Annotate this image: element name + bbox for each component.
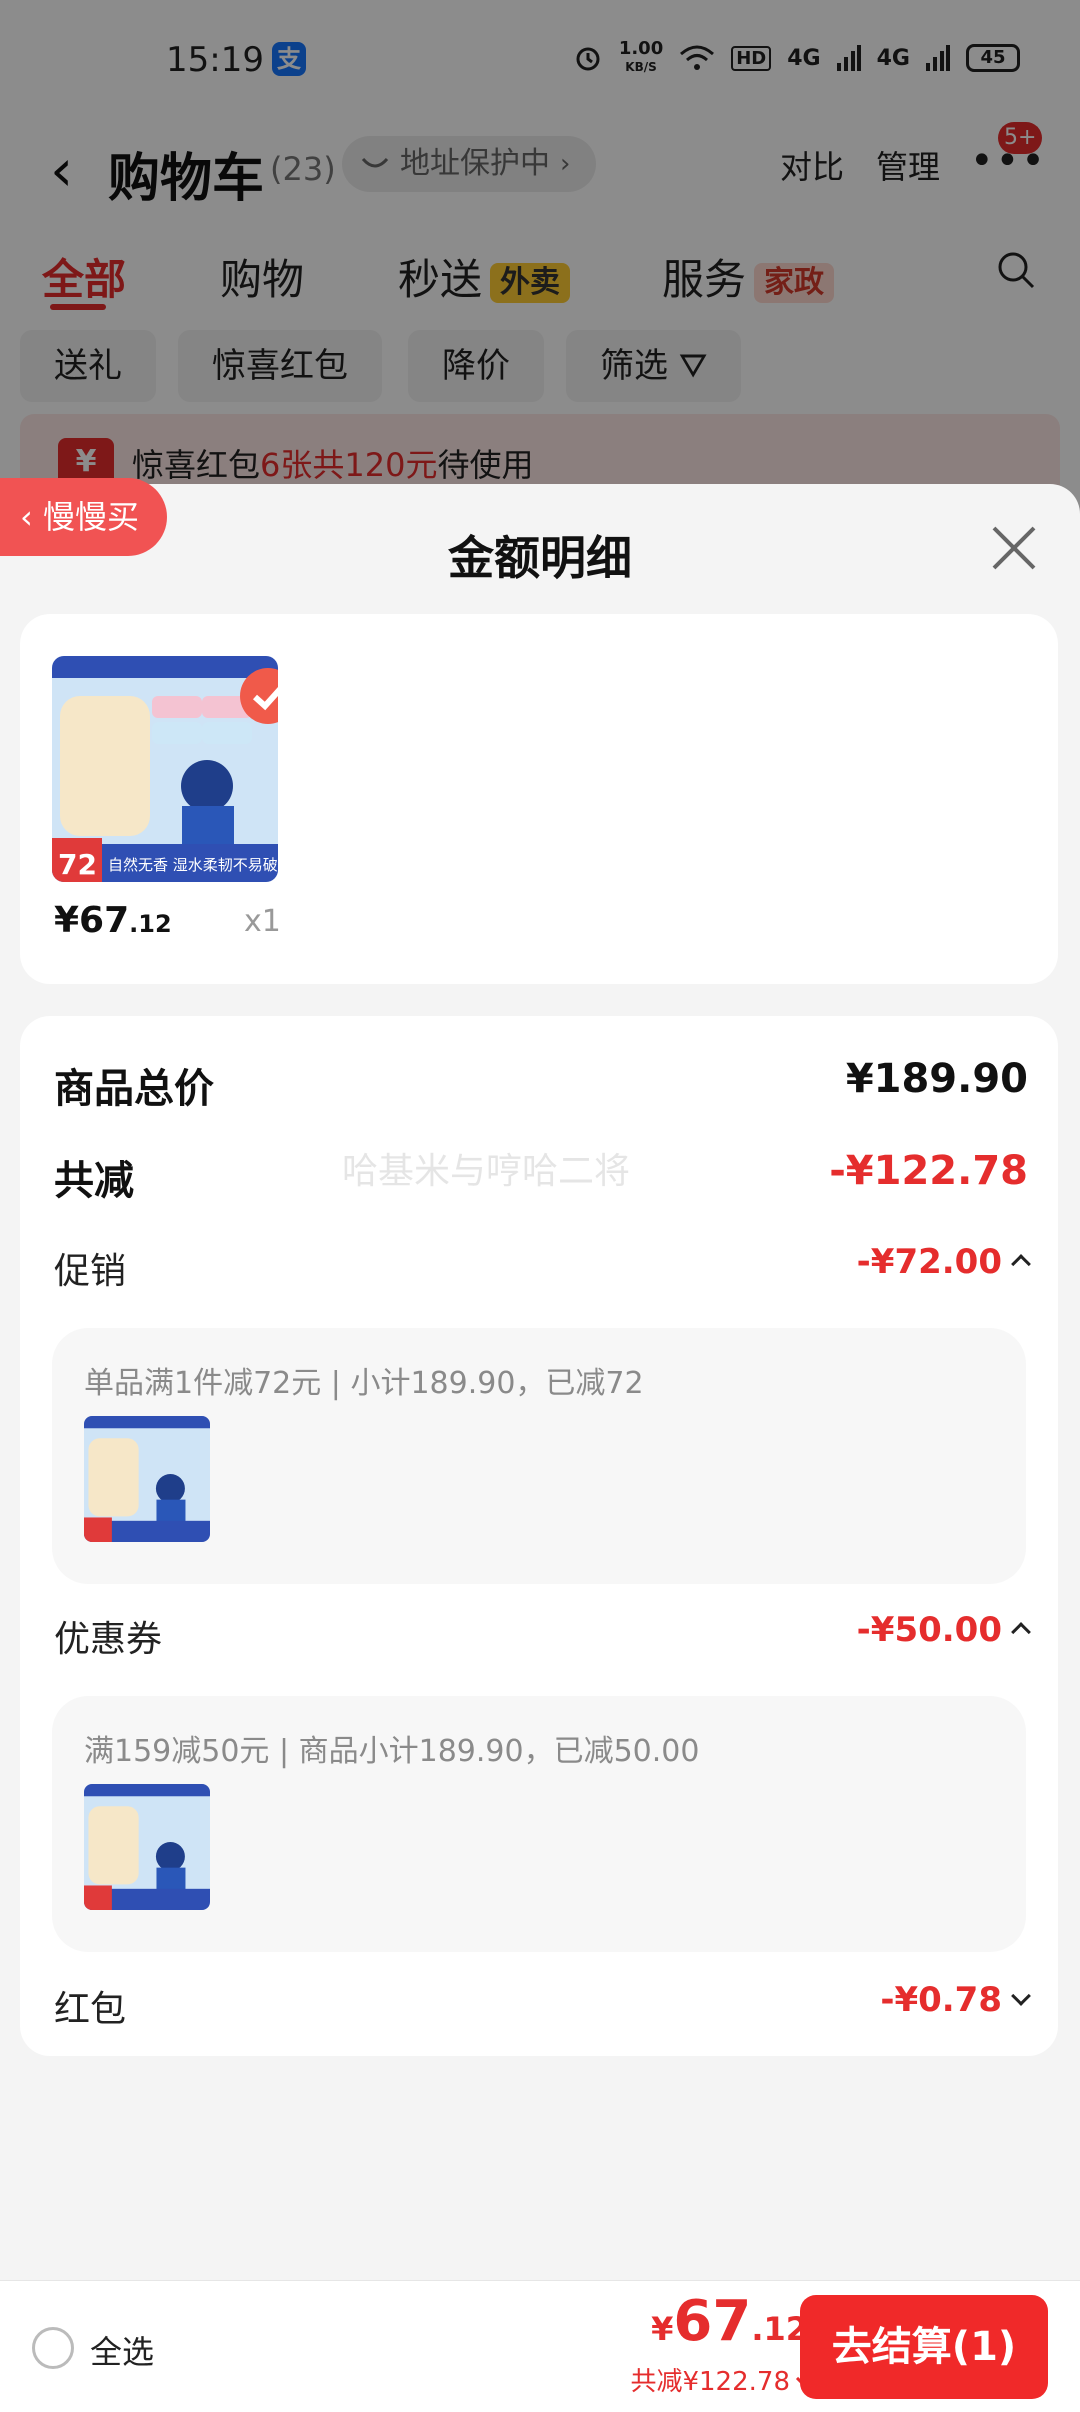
total-price-value: ¥189.90 — [845, 1056, 1028, 1102]
promotion-detail-box: 单品满1件减72元 | 小计189.90，已减72 — [52, 1328, 1026, 1584]
chevron-up-icon — [1011, 1622, 1031, 1642]
coupon-value: -¥50.00 — [856, 1610, 1002, 1650]
slow-buy-label: 慢慢买 — [42, 498, 139, 536]
product-card: 72 自然无香 湿水柔韧不易破 ¥67.12 x1 — [20, 614, 1058, 984]
slow-buy-tag[interactable]: ‹ 慢慢买 — [0, 478, 167, 556]
redpacket-label: 红包 — [54, 1989, 127, 2030]
promotion-product-thumbnail — [84, 1416, 210, 1542]
product-price-int: ¥67 — [54, 900, 130, 941]
redpacket-value-wrap: -¥0.78 — [880, 1980, 1031, 2020]
checkout-bar: 全选 ¥67.12 共减¥122.78 去结算(1) — [0, 2280, 1080, 2412]
total-saved[interactable]: 共减¥122.78 — [630, 2361, 811, 2398]
price-breakdown-card: 哈基米与哼哈二将 商品总价 ¥189.90 共减 -¥122.78 促销 -¥7… — [20, 1016, 1058, 2056]
selected-check-icon — [240, 668, 278, 724]
coupon-row[interactable]: 优惠券 -¥50.00 — [54, 1610, 1031, 1664]
coupon-label: 优惠券 — [54, 1619, 163, 1660]
amount-detail-sheet: 金额明细 72 自然无香 湿水柔韧不易破 ¥67.12 x1 哈基米与哼哈二将 … — [0, 484, 1080, 2412]
checkout-button[interactable]: 去结算(1) — [800, 2295, 1048, 2399]
product-price: ¥67.12 — [54, 900, 172, 941]
promotion-row[interactable]: 促销 -¥72.00 — [54, 1242, 1031, 1296]
select-all-label[interactable]: 全选 — [90, 2327, 154, 2373]
chevron-left-icon: ‹ — [20, 498, 43, 536]
promotion-value-wrap: -¥72.00 — [856, 1242, 1031, 1282]
total-reduction-row: 共减 -¥122.78 — [54, 1148, 1028, 1208]
promotion-label: 促销 — [54, 1251, 127, 1292]
redpacket-row[interactable]: 红包 -¥0.78 — [54, 1980, 1031, 2034]
coupon-value-wrap: -¥50.00 — [856, 1610, 1031, 1650]
total-price-row: 商品总价 ¥189.90 — [54, 1056, 1028, 1116]
total-reduction-label: 共减 — [54, 1158, 134, 1204]
total-saved-text: 共减¥122.78 — [630, 2367, 790, 2397]
total-price-label: 商品总价 — [54, 1066, 214, 1112]
chevron-up-icon — [1011, 1254, 1031, 1274]
close-icon[interactable] — [990, 524, 1038, 572]
total-currency: ¥ — [651, 2310, 674, 2348]
promotion-detail-text: 单品满1件减72元 | 小计189.90，已减72 — [84, 1366, 644, 1401]
total-payable: ¥67.12 — [651, 2289, 808, 2354]
product-thumb-caption: 自然无香 湿水柔韧不易破 — [108, 856, 278, 874]
promotion-value: -¥72.00 — [856, 1242, 1002, 1282]
chevron-down-icon — [1011, 1986, 1031, 2006]
product-thumbnail[interactable]: 72 自然无香 湿水柔韧不易破 — [52, 656, 278, 882]
select-all-radio[interactable] — [32, 2327, 74, 2369]
total-price-int: 67 — [673, 2289, 752, 2354]
redpacket-value: -¥0.78 — [880, 1980, 1002, 2020]
product-thumb-badge: 72 — [58, 848, 97, 881]
coupon-detail-box: 满159减50元 | 商品小计189.90，已减50.00 — [52, 1696, 1026, 1952]
coupon-detail-text: 满159减50元 | 商品小计189.90，已减50.00 — [84, 1734, 700, 1769]
product-quantity: x1 — [244, 904, 281, 939]
coupon-product-thumbnail — [84, 1784, 210, 1910]
total-reduction-value: -¥122.78 — [829, 1148, 1028, 1194]
product-price-dec: .12 — [129, 910, 172, 938]
